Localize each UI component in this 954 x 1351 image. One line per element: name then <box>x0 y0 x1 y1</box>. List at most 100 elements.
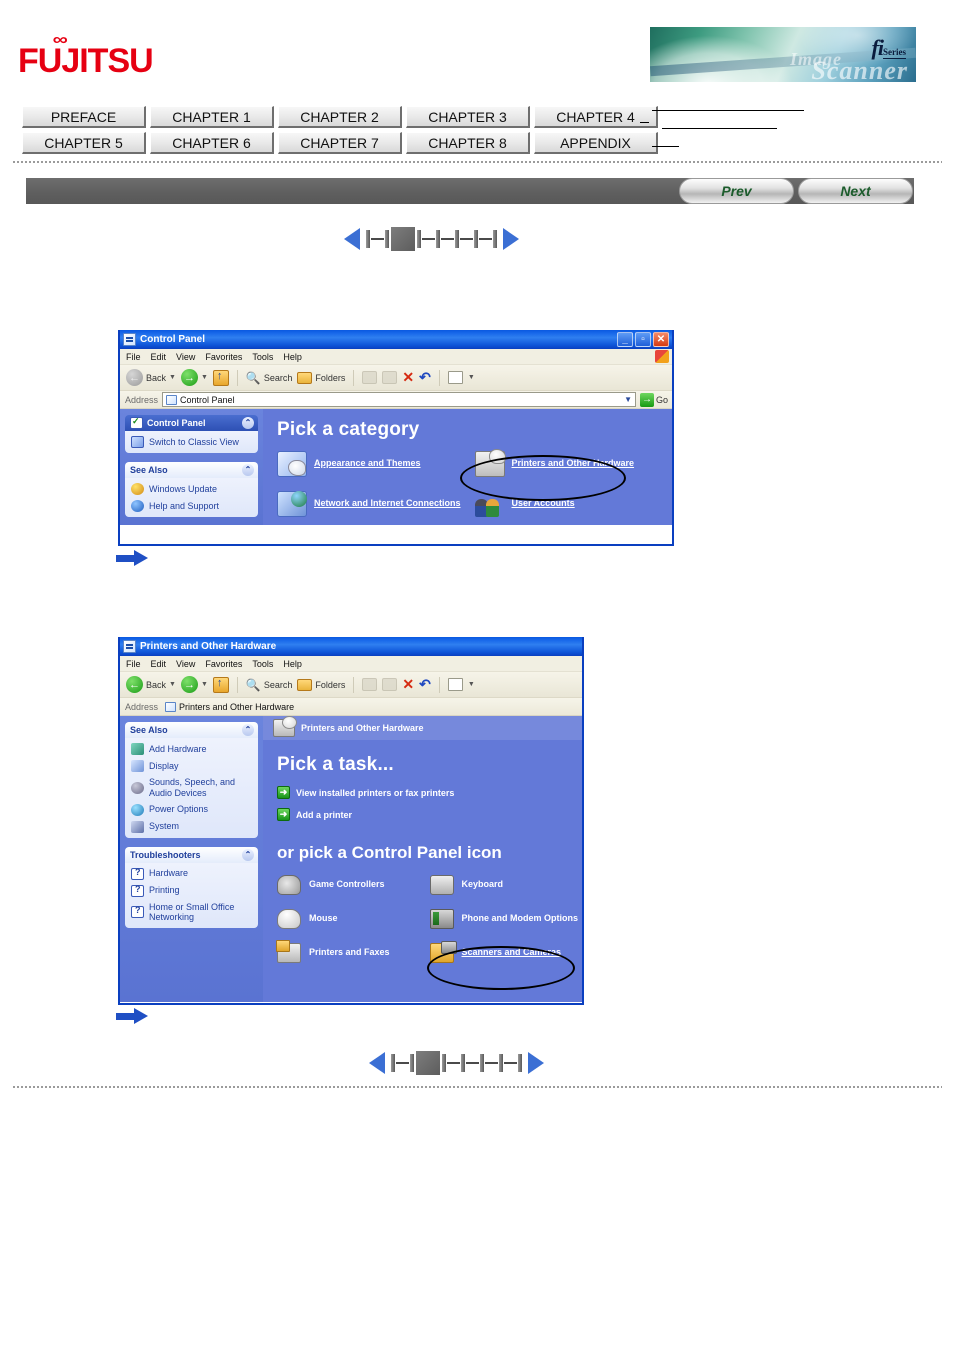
chevron-down-icon[interactable]: ▼ <box>624 395 632 404</box>
menu-edit[interactable]: Edit <box>151 659 167 669</box>
prev-button[interactable]: Prev <box>679 178 794 204</box>
back-button[interactable]: ← Back ▼ <box>126 676 176 693</box>
pager-next-arrow-icon[interactable] <box>503 228 519 250</box>
cp-icon-game-controllers[interactable]: Game Controllers <box>277 875 430 895</box>
pager-prev-arrow-icon[interactable] <box>344 228 360 250</box>
menu-tools[interactable]: Tools <box>252 659 273 669</box>
tab-chapter-1[interactable]: CHAPTER 1 <box>150 106 274 128</box>
forward-button[interactable]: → ▼ <box>180 676 208 693</box>
sidebar-item-windows-update[interactable]: Windows Update <box>131 483 252 495</box>
sidebar-item-switch-classic-view[interactable]: Switch to Classic View <box>131 436 252 448</box>
menu-favorites[interactable]: Favorites <box>205 352 242 362</box>
sidebar-item-troubleshoot-hardware[interactable]: Hardware <box>131 867 252 880</box>
sidebar-item-troubleshoot-printing[interactable]: Printing <box>131 884 252 897</box>
menu-view[interactable]: View <box>176 659 195 669</box>
category-appearance-and-themes[interactable]: Appearance and Themes <box>277 451 475 477</box>
undo-icon[interactable]: ↶ <box>419 369 431 386</box>
collapse-chevron-icon[interactable]: ⌃ <box>242 464 254 476</box>
views-icon[interactable] <box>447 678 463 691</box>
pager-current-marker <box>416 1051 440 1075</box>
menu-file[interactable]: File <box>126 659 141 669</box>
task-view-installed-printers[interactable]: ➜ View installed printers or fax printer… <box>277 786 582 799</box>
menu-help[interactable]: Help <box>283 659 302 669</box>
back-arrow-icon: ← <box>126 676 143 693</box>
up-button[interactable] <box>212 369 229 386</box>
collapse-chevron-icon[interactable]: ⌃ <box>242 848 254 861</box>
maximize-icon[interactable]: ▫ <box>635 332 651 347</box>
chevron-down-icon[interactable]: ▼ <box>468 374 475 381</box>
views-icon[interactable] <box>447 371 463 384</box>
up-button[interactable] <box>212 676 229 693</box>
sidebar-item-help-and-support[interactable]: Help and Support <box>131 500 252 512</box>
cp-icon-keyboard[interactable]: Keyboard <box>429 875 583 895</box>
sidebar-item-power-options[interactable]: Power Options <box>131 803 252 816</box>
chevron-down-icon[interactable]: ▼ <box>201 681 208 688</box>
toolbar-separator <box>236 676 238 693</box>
chevron-down-icon[interactable]: ▼ <box>468 681 475 688</box>
pager-prev-arrow-icon[interactable] <box>369 1052 385 1074</box>
next-button[interactable]: Next <box>798 178 913 204</box>
undo-icon[interactable]: ↶ <box>419 676 431 693</box>
chevron-down-icon[interactable]: ▼ <box>169 374 176 381</box>
cp-icon-label: Game Controllers <box>309 879 385 890</box>
panel-header-see-also[interactable]: See Also ⌃ <box>125 722 258 738</box>
close-icon[interactable]: ✕ <box>653 332 669 347</box>
tab-chapter-6[interactable]: CHAPTER 6 <box>150 132 274 154</box>
category-printers-and-other-hardware[interactable]: Printers and Other Hardware <box>474 449 673 477</box>
tab-appendix[interactable]: APPENDIX <box>534 132 658 154</box>
folders-button[interactable]: Folders <box>297 371 345 384</box>
forward-button[interactable]: → ▼ <box>180 369 208 386</box>
sidebar-item-add-hardware[interactable]: Add Hardware <box>131 743 252 755</box>
cp-icon-mouse[interactable]: Mouse <box>277 909 430 929</box>
tab-chapter-2[interactable]: CHAPTER 2 <box>278 106 402 128</box>
pager-next-arrow-icon[interactable] <box>528 1052 544 1074</box>
panel-header-control-panel[interactable]: Control Panel ⌃ <box>125 415 258 431</box>
cp-icon-phone-and-modem-options[interactable]: Phone and Modem Options <box>429 909 583 929</box>
tab-chapter-3[interactable]: CHAPTER 3 <box>406 106 530 128</box>
move-to-icon[interactable] <box>362 371 378 384</box>
tab-chapter-8[interactable]: CHAPTER 8 <box>406 132 530 154</box>
category-network-and-internet-connections[interactable]: Network and Internet Connections <box>277 491 475 517</box>
task-add-a-printer[interactable]: ➜ Add a printer <box>277 808 582 821</box>
search-button[interactable]: 🔍 Search <box>246 678 292 692</box>
header-rule-line-1 <box>652 110 804 111</box>
sidebar-item-troubleshoot-networking[interactable]: Home or Small Office Networking <box>131 902 252 924</box>
tab-chapter-7[interactable]: CHAPTER 7 <box>278 132 402 154</box>
menu-file[interactable]: File <box>126 352 141 362</box>
tab-preface[interactable]: PREFACE <box>22 106 146 128</box>
go-button[interactable]: → Go <box>639 392 672 407</box>
sidebar-item-display[interactable]: Display <box>131 760 252 772</box>
address-input[interactable]: Printers and Other Hardware <box>162 699 582 714</box>
collapse-chevron-icon[interactable]: ⌃ <box>242 724 254 736</box>
copy-to-icon[interactable] <box>382 678 398 691</box>
category-user-accounts[interactable]: User Accounts <box>474 491 673 517</box>
cp-icon-scanners-and-cameras[interactable]: Scanners and Cameras <box>429 941 583 963</box>
network-internet-icon <box>277 491 307 517</box>
tab-chapter-5[interactable]: CHAPTER 5 <box>22 132 146 154</box>
sidebar-item-system[interactable]: System <box>131 820 252 833</box>
address-input[interactable]: Control Panel ▼ <box>162 392 636 407</box>
cp-icon-printers-and-faxes[interactable]: Printers and Faxes <box>276 940 430 963</box>
menu-edit[interactable]: Edit <box>151 352 167 362</box>
panel-header-see-also[interactable]: See Also ⌃ <box>125 462 258 478</box>
chevron-down-icon[interactable]: ▼ <box>201 374 208 381</box>
delete-icon[interactable]: ✕ <box>402 369 414 386</box>
copy-to-icon[interactable] <box>382 371 398 384</box>
tab-chapter-4[interactable]: CHAPTER 4 <box>534 106 658 128</box>
chevron-down-icon[interactable]: ▼ <box>169 681 176 688</box>
panel-header-troubleshooters[interactable]: Troubleshooters ⌃ <box>125 846 258 863</box>
search-button[interactable]: 🔍 Search <box>246 371 292 385</box>
collapse-chevron-icon[interactable]: ⌃ <box>242 417 254 429</box>
minimize-icon[interactable]: _ <box>617 332 633 347</box>
delete-icon[interactable]: ✕ <box>402 676 414 693</box>
menu-view[interactable]: View <box>176 352 195 362</box>
sidebar-item-sounds-speech-audio[interactable]: Sounds, Speech, and Audio Devices <box>131 777 252 799</box>
back-button[interactable]: ← Back ▼ <box>126 369 176 386</box>
move-to-icon[interactable] <box>362 678 378 691</box>
question-mark-icon <box>131 867 144 880</box>
window2-body: See Also ⌃ Add Hardware Display Sounds, … <box>120 716 582 1002</box>
menu-help[interactable]: Help <box>283 352 302 362</box>
folders-button[interactable]: Folders <box>297 678 345 691</box>
menu-favorites[interactable]: Favorites <box>205 659 242 669</box>
menu-tools[interactable]: Tools <box>252 352 273 362</box>
